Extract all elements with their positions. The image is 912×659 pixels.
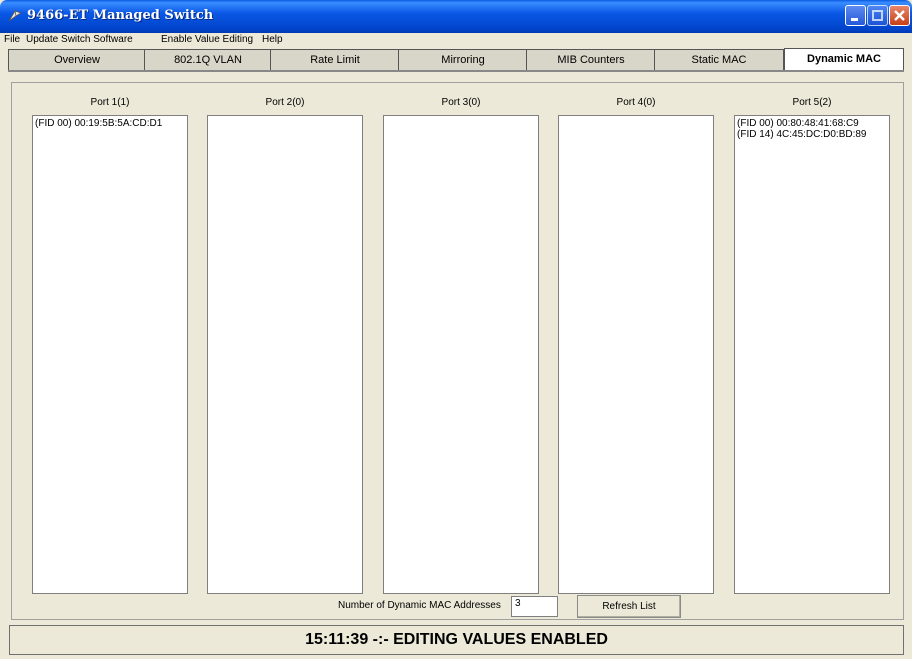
port-4-mac-list[interactable] [558, 115, 714, 594]
list-item[interactable]: (FID 00) 00:80:48:41:68:C9 [737, 118, 887, 129]
window-title: 9466-ET Managed Switch [27, 8, 214, 23]
tab-dynamic-mac[interactable]: Dynamic MAC [784, 48, 904, 72]
port-2-mac-list[interactable] [207, 115, 363, 594]
menu-bar: File Update Switch Software Enable Value… [0, 33, 912, 47]
minimize-button[interactable] [845, 5, 866, 26]
menu-help[interactable]: Help [262, 34, 283, 45]
menu-enable-value-editing[interactable]: Enable Value Editing [161, 34, 253, 45]
close-icon [894, 10, 905, 21]
port-2-label: Port 2(0) [265, 97, 305, 108]
maximize-button[interactable] [867, 5, 888, 26]
tab-8021q-vlan[interactable]: 802.1Q VLAN [144, 49, 272, 71]
tab-strip: Overview 802.1Q VLAN Rate Limit Mirrorin… [8, 48, 904, 72]
tab-divider [8, 70, 904, 72]
port-5-label: Port 5(2) [792, 97, 832, 108]
title-bar[interactable]: 9466-ET Managed Switch [0, 0, 912, 33]
status-bar: 15:11:39 -:- EDITING VALUES ENABLED [9, 625, 904, 655]
close-button[interactable] [889, 5, 910, 26]
port-5-mac-list[interactable]: (FID 00) 00:80:48:41:68:C9 (FID 14) 4C:4… [734, 115, 890, 594]
app-window: 9466-ET Managed Switch File Update Switc… [0, 0, 912, 659]
switch-app-icon [8, 10, 22, 22]
tab-overview[interactable]: Overview [8, 49, 146, 71]
port-1-label: Port 1(1) [90, 97, 130, 108]
refresh-list-button[interactable]: Refresh List [577, 595, 681, 618]
port-4-label: Port 4(0) [616, 97, 656, 108]
tab-mirroring[interactable]: Mirroring [398, 49, 528, 71]
port-3-mac-list[interactable] [383, 115, 539, 594]
mac-count-field[interactable]: 3 [511, 596, 558, 617]
mac-count-label: Number of Dynamic MAC Addresses [338, 600, 501, 611]
list-item[interactable]: (FID 00) 00:19:5B:5A:CD:D1 [35, 118, 185, 129]
list-item[interactable]: (FID 14) 4C:45:DC:D0:BD:89 [737, 129, 887, 140]
tab-static-mac[interactable]: Static MAC [654, 49, 784, 71]
menu-file[interactable]: File [4, 34, 20, 45]
maximize-icon [872, 10, 883, 21]
port-3-label: Port 3(0) [441, 97, 481, 108]
port-1-mac-list[interactable]: (FID 00) 00:19:5B:5A:CD:D1 [32, 115, 188, 594]
menu-update-switch-software[interactable]: Update Switch Software [26, 34, 133, 45]
tab-mib-counters[interactable]: MIB Counters [526, 49, 656, 71]
minimize-icon [851, 18, 858, 21]
tab-rate-limit[interactable]: Rate Limit [270, 49, 400, 71]
